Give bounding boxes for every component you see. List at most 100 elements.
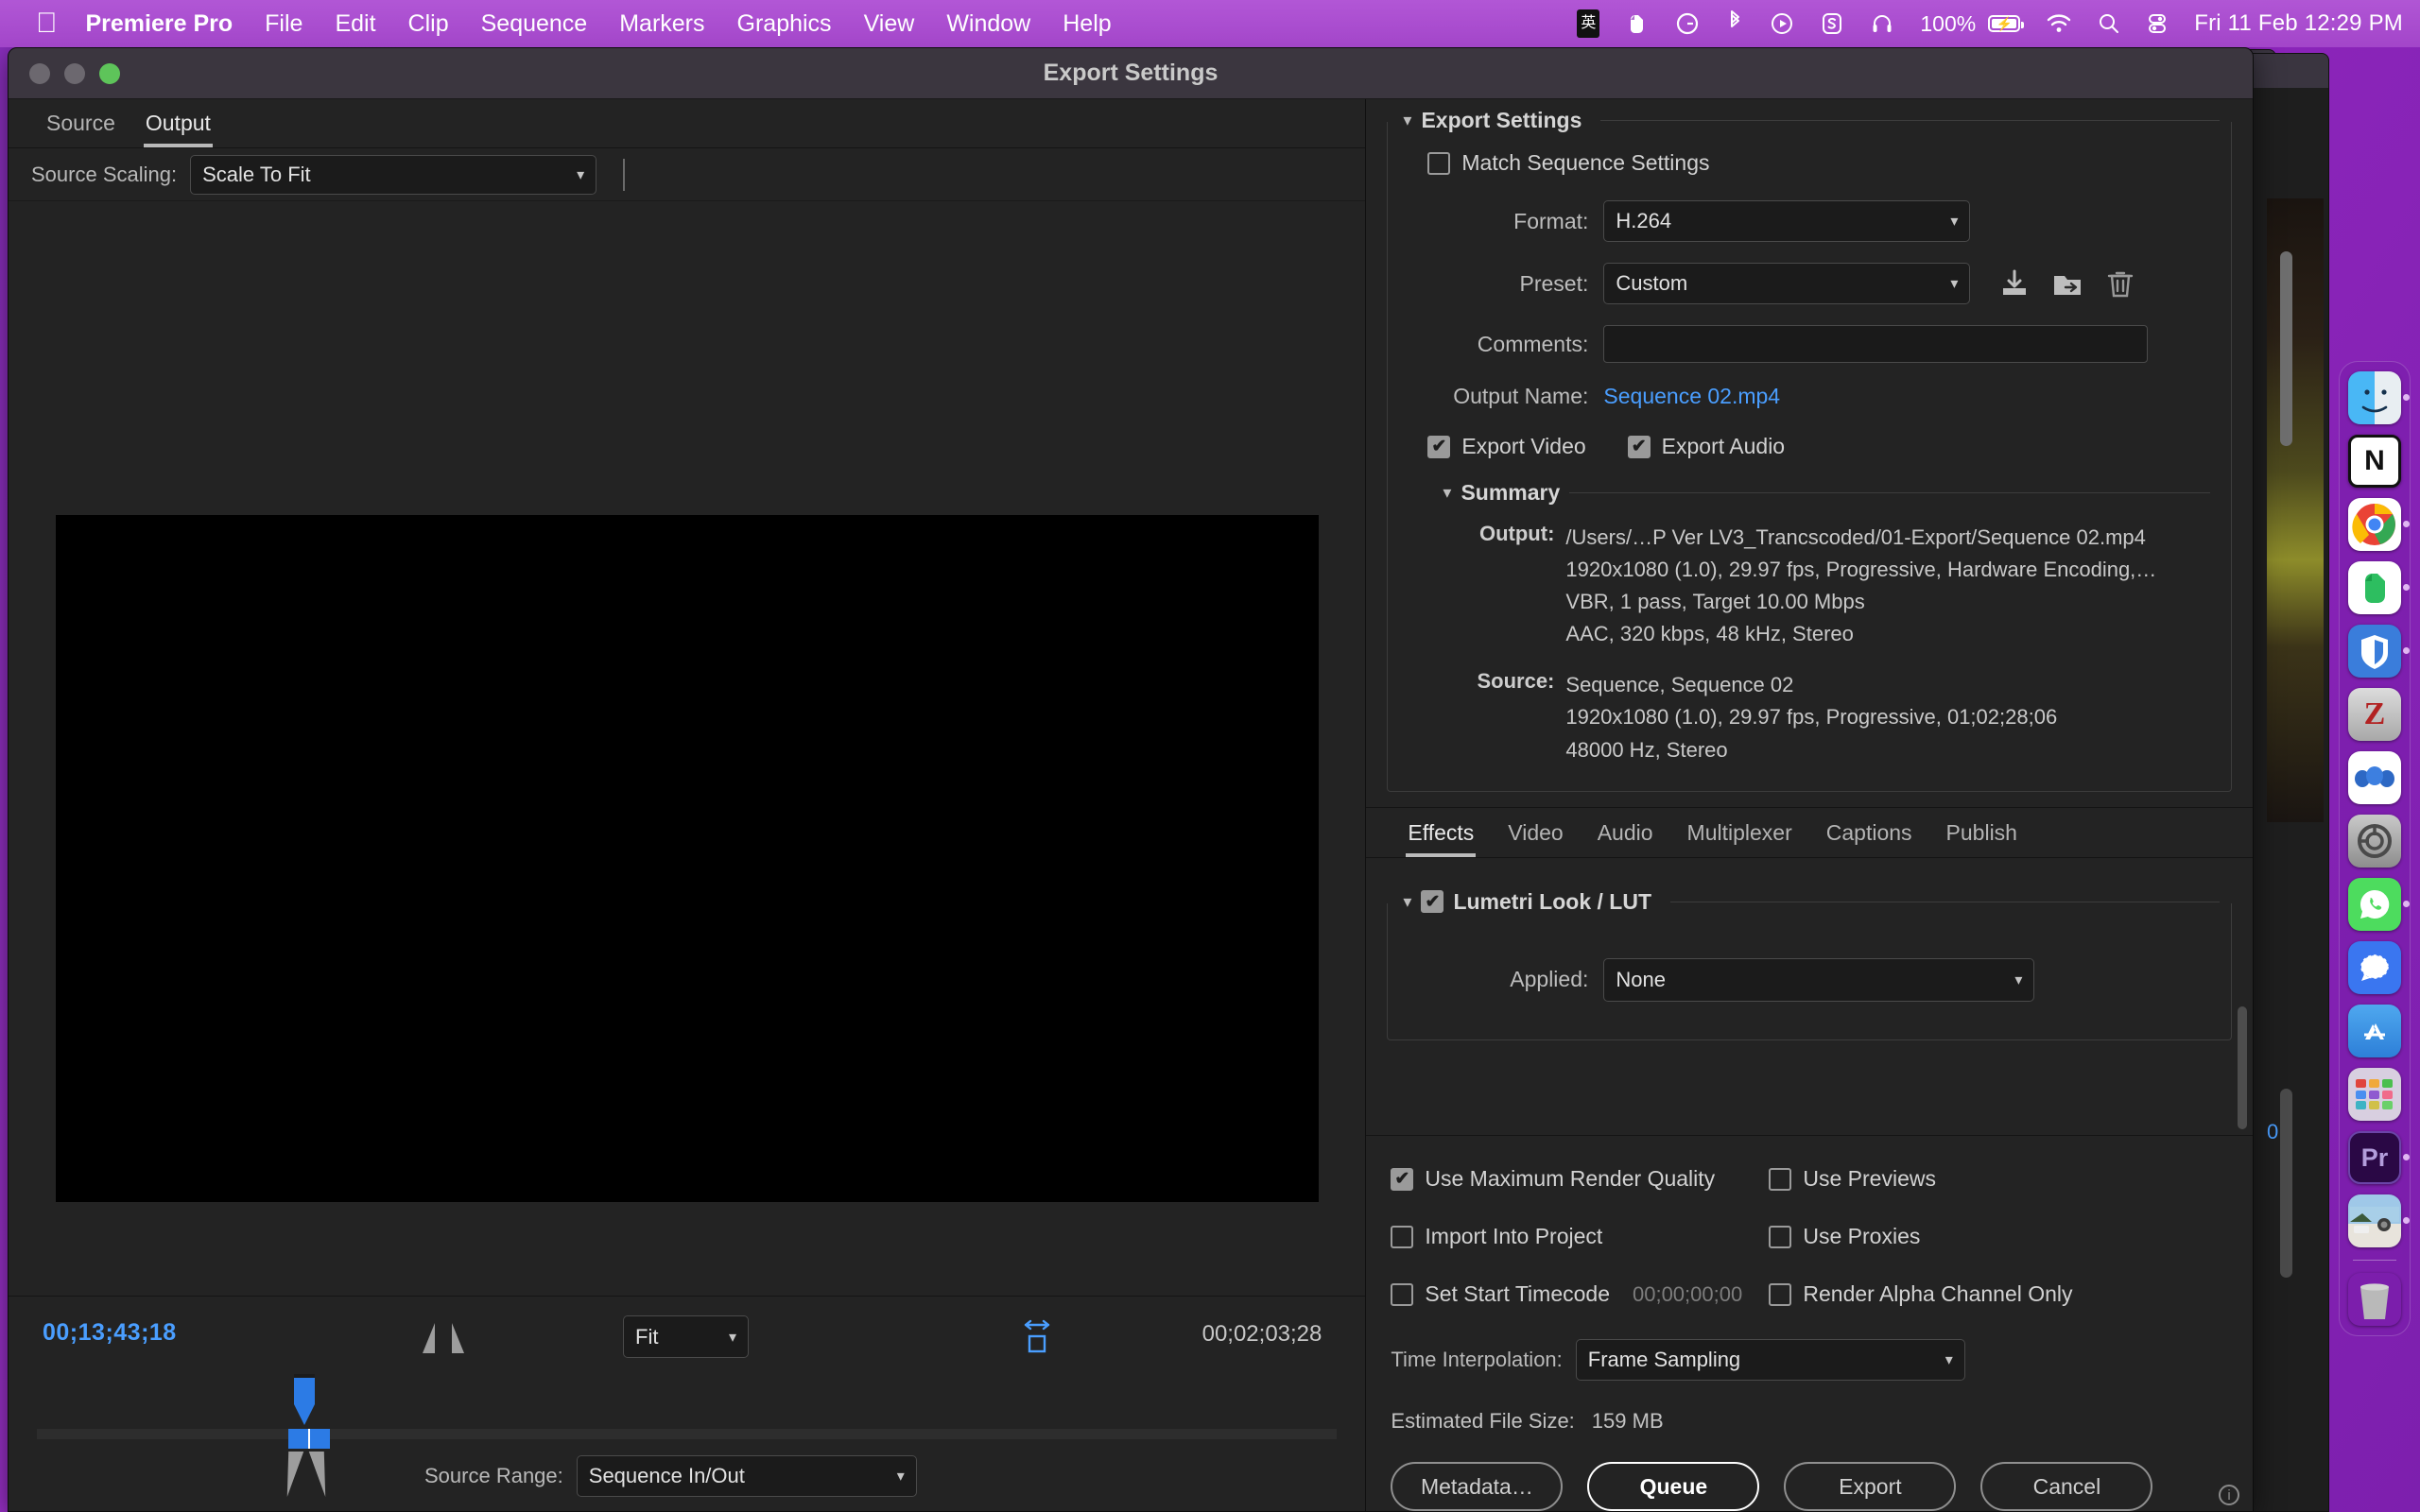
menu-item-window[interactable]: Window — [946, 10, 1030, 38]
grammarly-status-icon[interactable] — [1675, 11, 1700, 36]
out-point-icon[interactable] — [452, 1323, 464, 1353]
tab-source[interactable]: Source — [31, 111, 130, 147]
export-video-row[interactable]: Export Video — [1427, 434, 1586, 459]
use-proxies-row[interactable]: Use Proxies — [1769, 1224, 2228, 1249]
menu-item-sequence[interactable]: Sequence — [481, 10, 588, 38]
dock-item-whatsapp[interactable] — [2348, 878, 2410, 931]
start-timecode-value[interactable]: 00;00;00;00 — [1633, 1282, 1742, 1307]
use-max-render-quality-row[interactable]: Use Maximum Render Quality — [1391, 1166, 1769, 1192]
info-icon[interactable]: i — [2219, 1485, 2239, 1505]
chevron-down-icon[interactable]: ▾ — [1403, 111, 1411, 130]
input-method-icon[interactable]: 英 — [1577, 9, 1600, 38]
use-previews-row[interactable]: Use Previews — [1769, 1166, 2228, 1192]
settings-scrollbar[interactable] — [2238, 1006, 2247, 1129]
time-interpolation-select[interactable]: Frame Sampling ▾ — [1575, 1339, 1965, 1381]
lumetri-applied-select[interactable]: None ▾ — [1603, 957, 2035, 1002]
wifi-icon[interactable] — [2046, 13, 2072, 34]
summary-header[interactable]: ▾ Summary — [1443, 480, 2210, 506]
tab-captions[interactable]: Captions — [1809, 820, 1929, 857]
headphones-icon[interactable] — [1870, 11, 1894, 36]
zoom-button[interactable] — [99, 63, 120, 84]
tab-effects[interactable]: Effects — [1391, 820, 1491, 857]
menu-item-graphics[interactable]: Graphics — [737, 10, 832, 38]
fit-frame-button[interactable] — [1018, 1314, 1056, 1361]
battery-icon[interactable]: ⚡ — [1988, 15, 2025, 32]
in-point-icon[interactable] — [423, 1323, 435, 1353]
dock-item-settings[interactable] — [2348, 815, 2401, 868]
use-previews-checkbox[interactable] — [1769, 1167, 1792, 1191]
settings-scroll-area[interactable]: ▾ Export Settings Match Sequence Setting… — [1366, 99, 2253, 1139]
output-name-link[interactable]: Sequence 02.mp4 — [1603, 384, 1780, 409]
cancel-button[interactable]: Cancel — [1980, 1462, 2153, 1511]
menu-item-file[interactable]: File — [265, 10, 302, 38]
import-into-project-row[interactable]: Import Into Project — [1391, 1224, 1769, 1249]
source-range-select[interactable]: Sequence In/Out ▾ — [576, 1455, 917, 1497]
set-start-timecode-row[interactable]: Set Start Timecode 00;00;00;00 — [1391, 1281, 1769, 1307]
match-sequence-settings-row[interactable]: Match Sequence Settings — [1427, 150, 2231, 176]
menu-item-clip[interactable]: Clip — [408, 10, 449, 38]
menu-app-name[interactable]: Premiere Pro — [86, 10, 233, 38]
tab-publish[interactable]: Publish — [1929, 820, 2034, 857]
dock-item-finder[interactable] — [2348, 371, 2410, 424]
scrub-bar[interactable] — [37, 1429, 1338, 1439]
tab-output[interactable]: Output — [130, 111, 226, 147]
import-into-project-checkbox[interactable] — [1391, 1225, 1414, 1248]
background-scrollbar-1[interactable] — [2280, 251, 2292, 446]
export-button[interactable]: Export — [1784, 1462, 1957, 1511]
chevron-down-icon[interactable]: ▾ — [1403, 892, 1411, 912]
import-preset-icon[interactable] — [2051, 267, 2083, 300]
match-sequence-settings-checkbox[interactable] — [1427, 151, 1451, 175]
lumetri-group-header[interactable]: ▾ Lumetri Look / LUT — [1388, 888, 2231, 915]
dock-item-mendeley[interactable] — [2348, 751, 2401, 804]
export-audio-row[interactable]: Export Audio — [1627, 434, 1785, 459]
tab-video[interactable]: Video — [1491, 820, 1580, 857]
menu-item-markers[interactable]: Markers — [619, 10, 704, 38]
minimize-button[interactable] — [64, 63, 85, 84]
dock-item-bitwarden[interactable] — [2348, 625, 2410, 678]
set-start-timecode-checkbox[interactable] — [1391, 1282, 1414, 1306]
current-timecode[interactable]: 00;13;43;18 — [43, 1319, 177, 1347]
evernote-status-icon[interactable] — [1625, 11, 1650, 36]
background-scrollbar-2[interactable] — [2280, 1089, 2292, 1278]
export-audio-checkbox[interactable] — [1627, 435, 1651, 458]
comments-input[interactable] — [1603, 325, 2149, 363]
sync-status-icon[interactable] — [1820, 11, 1844, 36]
preset-select[interactable]: Custom ▾ — [1603, 263, 1971, 304]
render-alpha-only-row[interactable]: Render Alpha Channel Only — [1769, 1281, 2228, 1307]
apple-logo-icon[interactable]:  — [36, 9, 58, 38]
export-video-checkbox[interactable] — [1427, 435, 1451, 458]
use-proxies-checkbox[interactable] — [1769, 1225, 1792, 1248]
chevron-down-icon[interactable]: ▾ — [1443, 483, 1451, 503]
dock-item-launchpad[interactable] — [2348, 1068, 2401, 1121]
menu-item-help[interactable]: Help — [1063, 10, 1111, 38]
use-max-render-quality-checkbox[interactable] — [1391, 1167, 1414, 1191]
render-alpha-only-checkbox[interactable] — [1769, 1282, 1792, 1306]
zoom-level-select[interactable]: Fit ▾ — [623, 1315, 749, 1358]
close-button[interactable] — [29, 63, 50, 84]
dock-item-chrome[interactable] — [2348, 498, 2410, 551]
dock-item-evernote[interactable] — [2348, 561, 2410, 614]
save-preset-icon[interactable] — [1998, 267, 2031, 300]
dialog-titlebar[interactable]: Export Settings — [9, 48, 2253, 99]
dock-item-app-store[interactable] — [2348, 1005, 2401, 1057]
tab-multiplexer[interactable]: Multiplexer — [1670, 820, 1809, 857]
source-scaling-select[interactable]: Scale To Fit ▾ — [190, 154, 597, 195]
metadata-button[interactable]: Metadata… — [1391, 1462, 1564, 1511]
play-circle-icon[interactable] — [1770, 11, 1794, 36]
menu-clock[interactable]: Fri 11 Feb 12:29 PM — [2194, 10, 2403, 37]
dock-item-premiere-pro[interactable]: Pr — [2348, 1131, 2410, 1184]
queue-button[interactable]: Queue — [1587, 1462, 1760, 1511]
dock-item-notion[interactable]: N — [2348, 435, 2401, 488]
dock-item-signal[interactable] — [2348, 941, 2401, 994]
format-select[interactable]: H.264 ▾ — [1603, 200, 1971, 242]
delete-preset-icon[interactable] — [2104, 267, 2136, 300]
menu-item-view[interactable]: View — [864, 10, 915, 38]
control-center-icon[interactable] — [2146, 12, 2169, 35]
playhead-icon[interactable] — [280, 1374, 333, 1497]
dock-item-zotero[interactable]: Z — [2348, 688, 2401, 741]
export-settings-group-header[interactable]: ▾ Export Settings — [1388, 108, 2231, 133]
dock-item-photos[interactable] — [2348, 1194, 2410, 1247]
dock-item-trash[interactable] — [2348, 1273, 2401, 1326]
tab-audio[interactable]: Audio — [1581, 820, 1670, 857]
lumetri-enable-checkbox[interactable] — [1421, 890, 1444, 914]
